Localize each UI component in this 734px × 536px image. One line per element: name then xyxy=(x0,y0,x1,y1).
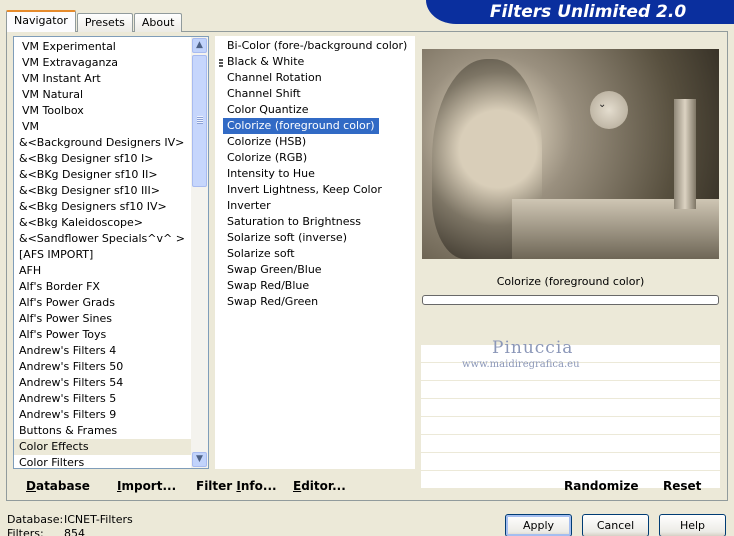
filter-info-prefix: Filter xyxy=(196,479,237,493)
category-item[interactable]: VM Experimental xyxy=(14,39,192,55)
grip-icon xyxy=(197,116,203,124)
filter-item[interactable]: Inverter xyxy=(223,198,413,214)
tab-bar: Navigator Presets About xyxy=(6,10,183,32)
filter-item[interactable]: Solarize soft (inverse) xyxy=(223,230,413,246)
category-list[interactable]: VM Experimental VM Extravaganza VM Instant… xyxy=(13,36,209,469)
tab-about[interactable]: About xyxy=(133,13,183,32)
parameter-slots xyxy=(421,307,720,488)
scrollbar-thumb[interactable] xyxy=(192,55,207,187)
category-item[interactable]: AFH xyxy=(14,263,192,279)
category-item[interactable]: Andrew's Filters 54 xyxy=(14,375,192,391)
category-item[interactable]: &<Sandflower Specials^v^ > xyxy=(14,231,192,247)
filter-item[interactable]: Channel Rotation xyxy=(223,70,413,86)
filter-item[interactable]: Colorize (foreground color) xyxy=(223,118,379,134)
filter-items: Bi-Color (fore-/background color) Black &… xyxy=(223,38,413,310)
filter-item[interactable]: Saturation to Brightness xyxy=(223,214,413,230)
filter-item[interactable]: Swap Red/Green xyxy=(223,294,413,310)
watermark-url: www.maidiregrafica.eu xyxy=(462,359,580,370)
category-item[interactable]: Alf's Power Sines xyxy=(14,311,192,327)
category-item[interactable]: Color Effects xyxy=(14,439,192,455)
apply-button[interactable]: Apply xyxy=(505,514,572,536)
category-item[interactable]: Alf's Border FX xyxy=(14,279,192,295)
parameter-slot xyxy=(421,453,720,470)
database-info-label: Database: xyxy=(7,513,64,526)
editor-button[interactable]: Editor... xyxy=(293,478,346,494)
category-item[interactable]: VM Instant Art xyxy=(14,71,192,87)
preview-image: ⌄ xyxy=(422,49,719,259)
filters-info-value: 854 xyxy=(64,527,85,536)
filter-parameter-panel: Colorize (foreground color) xyxy=(421,271,720,488)
filter-item[interactable]: Invert Lightness, Keep Color xyxy=(223,182,413,198)
watermark-name: Pinuccia xyxy=(492,338,574,358)
editor-accel: E xyxy=(293,479,302,493)
category-item[interactable]: [AFS IMPORT] xyxy=(14,247,192,263)
filter-info-label: nfo... xyxy=(240,479,277,493)
import-label: mport... xyxy=(121,479,177,493)
filter-item[interactable]: Channel Shift xyxy=(223,86,413,102)
filter-item[interactable]: Bi-Color (fore-/background color) xyxy=(223,38,413,54)
category-item[interactable]: &<Bkg Designer sf10 III> xyxy=(14,183,192,199)
filter-item[interactable]: Swap Red/Blue xyxy=(223,278,413,294)
filter-info-button[interactable]: Filter Info... xyxy=(196,478,277,494)
reset-button[interactable]: Reset xyxy=(663,478,701,494)
filter-item[interactable]: Colorize (RGB) xyxy=(223,150,413,166)
filters-info: Filters: 854 xyxy=(7,527,85,536)
category-item[interactable]: Color Filters xyxy=(14,455,192,468)
preview-moon xyxy=(590,91,628,129)
tab-presets[interactable]: Presets xyxy=(76,13,133,32)
category-item[interactable]: &<Bkg Designer sf10 I> xyxy=(14,151,192,167)
filter-list[interactable]: Bi-Color (fore-/background color) Black &… xyxy=(215,36,415,469)
database-info: Database: ICNET-Filters xyxy=(7,513,133,526)
category-items: VM Experimental VM Extravaganza VM Instant… xyxy=(14,39,192,468)
help-button[interactable]: Help xyxy=(659,514,726,536)
filter-item[interactable]: Swap Green/Blue xyxy=(223,262,413,278)
filter-item[interactable]: Black & White xyxy=(223,54,413,70)
category-item[interactable]: VM Natural xyxy=(14,87,192,103)
filters-info-label: Filters: xyxy=(7,527,44,536)
category-item[interactable]: &<Background Designers IV> xyxy=(14,135,192,151)
preview-lighthouse xyxy=(674,99,696,209)
category-item[interactable]: VM Extravaganza xyxy=(14,55,192,71)
category-item[interactable]: &<Bkg Designers sf10 IV> xyxy=(14,199,192,215)
tab-navigator[interactable]: Navigator xyxy=(6,10,76,32)
category-item[interactable]: Buttons & Frames xyxy=(14,423,192,439)
parameter-slot xyxy=(421,417,720,434)
category-item[interactable]: Alf's Power Toys xyxy=(14,327,192,343)
down-arrow-icon[interactable]: ▼ xyxy=(192,452,207,467)
database-button[interactable]: Database xyxy=(26,478,90,494)
filter-item[interactable]: Color Quantize xyxy=(223,102,413,118)
database-label: atabase xyxy=(35,479,90,493)
category-item[interactable]: Andrew's Filters 50 xyxy=(14,359,192,375)
cancel-button[interactable]: Cancel xyxy=(582,514,649,536)
app-banner-title: Filters Unlimited 2.0 xyxy=(426,0,734,24)
database-info-value: ICNET-Filters xyxy=(64,513,133,526)
bird-icon: ⌄ xyxy=(598,99,607,110)
randomize-button[interactable]: Randomize xyxy=(564,478,638,494)
category-item[interactable]: &<Bkg Kaleidoscope> xyxy=(14,215,192,231)
filter-item[interactable]: Colorize (HSB) xyxy=(223,134,413,150)
category-item[interactable]: Andrew's Filters 9 xyxy=(14,407,192,423)
database-accel: D xyxy=(26,479,36,493)
parameter-slot xyxy=(421,435,720,452)
progress-bar xyxy=(422,295,719,305)
up-arrow-icon[interactable]: ▲ xyxy=(192,38,207,53)
selected-filter-label: Colorize (foreground color) xyxy=(496,275,645,288)
category-item[interactable]: &<BKg Designer sf10 II> xyxy=(14,167,192,183)
parameter-slot xyxy=(421,381,720,398)
category-item[interactable]: Alf's Power Grads xyxy=(14,295,192,311)
filter-item[interactable]: Intensity to Hue xyxy=(223,166,413,182)
category-item[interactable]: VM xyxy=(14,119,192,135)
import-button[interactable]: Import... xyxy=(117,478,176,494)
category-item[interactable]: Andrew's Filters 5 xyxy=(14,391,192,407)
parameter-slot xyxy=(421,399,720,416)
filter-item[interactable]: Solarize soft xyxy=(223,246,413,262)
category-item[interactable]: VM Toolbox xyxy=(14,103,192,119)
editor-label: ditor... xyxy=(301,479,346,493)
category-item[interactable]: Andrew's Filters 4 xyxy=(14,343,192,359)
category-scrollbar[interactable]: ▲ ▼ xyxy=(191,37,208,468)
